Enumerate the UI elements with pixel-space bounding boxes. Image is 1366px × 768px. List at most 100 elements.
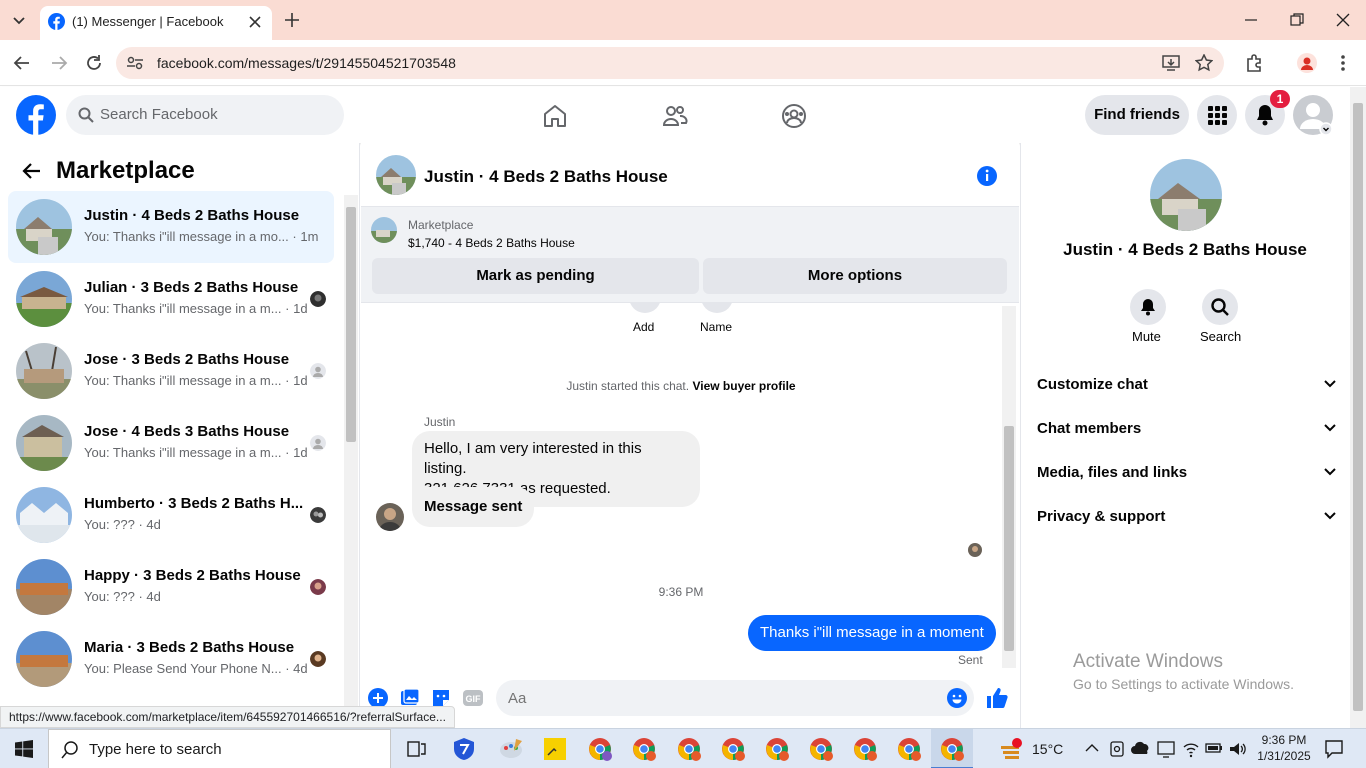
restore-icon[interactable] [1289,12,1305,28]
more-options-button[interactable]: More options [703,258,1007,294]
facebook-logo-icon[interactable] [16,95,56,135]
activate-windows-watermark: Activate Windows Go to Settings to activ… [1073,651,1294,692]
profile-icon[interactable] [1297,53,1317,73]
mute-button[interactable] [1130,289,1166,325]
bookmark-star-icon[interactable] [1195,54,1213,72]
page-scrollbar[interactable] [1350,87,1366,728]
install-app-icon[interactable] [1162,54,1180,72]
browser-menu-icon[interactable] [1335,53,1351,73]
groups-nav-icon[interactable] [781,103,807,129]
chrome-profile-icon[interactable] [632,737,656,761]
notifications-center-icon[interactable] [1324,739,1344,759]
chevron-up-icon[interactable] [1085,742,1099,754]
status-bar-url: https://www.facebook.com/marketplace/ite… [0,706,455,728]
home-nav-icon[interactable] [542,103,568,129]
task-view-icon[interactable] [407,740,427,758]
chat-title[interactable]: Justin · 4 Beds 2 Baths House [424,167,668,187]
paint-app-icon[interactable] [498,737,524,761]
conversation-item[interactable]: Jose · 4 Beds 3 Baths House You: Thanks … [8,407,334,479]
sent-status: Sent [958,653,983,667]
back-icon[interactable] [13,54,31,72]
battery-icon[interactable] [1205,741,1223,755]
chat-members-section[interactable]: Chat members [1037,409,1337,449]
conversation-item[interactable]: Maria · 3 Beds 2 Baths House You: Please… [8,623,334,695]
back-arrow-icon[interactable] [22,162,42,180]
windows-start-icon[interactable] [15,740,33,758]
conversation-item[interactable]: Jose · 3 Beds 2 Baths House You: Thanks … [8,335,334,407]
photo-icon[interactable] [400,688,420,708]
friends-nav-icon[interactable] [662,103,688,129]
listing-title[interactable]: $1,740 - 4 Beds 2 Baths House [408,236,575,250]
add-icon[interactable] [629,303,661,313]
menu-button[interactable] [1197,95,1237,135]
minimize-icon[interactable] [1243,13,1259,29]
site-info-icon[interactable] [126,55,144,71]
name-icon[interactable] [701,303,733,313]
listing-thumbnail[interactable] [371,217,397,243]
incoming-message[interactable]: Message sent [412,487,535,527]
tray-display-icon[interactable] [1157,740,1175,758]
gif-icon[interactable]: GIF [462,688,484,708]
chrome-profile-icon[interactable] [765,737,789,761]
facebook-header: Search Facebook Find friends 1 [0,87,1350,143]
marketplace-listing-banner: Marketplace $1,740 - 4 Beds 2 Baths Hous… [361,207,1019,303]
close-tab-icon[interactable] [248,15,262,29]
conversation-item[interactable]: Happy · 3 Beds 2 Baths House You: ??? · … [8,551,334,623]
address-bar[interactable]: facebook.com/messages/t/2914550452170354… [116,47,1224,79]
privacy-support-section[interactable]: Privacy & support [1037,497,1337,537]
browser-tab-messenger[interactable]: (1) Messenger | Facebook [40,6,272,40]
sidebar-title: Marketplace [56,157,195,184]
conversation-item[interactable]: Justin · 4 Beds 2 Baths House You: Thank… [8,191,334,263]
wifi-icon[interactable] [1182,740,1200,758]
chrome-profile-icon[interactable] [721,737,745,761]
sidebar-scrollbar[interactable] [344,195,358,706]
sender-avatar[interactable] [376,503,404,531]
chrome-profile-icon[interactable] [897,737,921,761]
sticky-notes-icon[interactable] [543,737,567,761]
account-avatar[interactable] [1293,95,1333,135]
bell-icon [1141,299,1155,316]
shield-app-icon[interactable] [453,737,475,761]
emoji-icon[interactable] [947,688,967,708]
sticker-icon[interactable] [431,688,451,708]
conversation-item[interactable]: Julian · 3 Beds 2 Baths House You: Thank… [8,263,334,335]
view-buyer-profile-link[interactable]: View buyer profile [692,379,795,393]
conversation-name: Jose · 4 Beds 3 Baths House [84,423,290,440]
plus-icon[interactable] [368,688,388,708]
taskbar-search[interactable]: Type here to search [48,729,391,768]
forward-icon[interactable] [50,54,68,72]
weather-temp[interactable]: 15°C [1032,741,1063,757]
taskbar-clock[interactable]: 9:36 PM 1/31/2025 [1254,732,1314,764]
weather-icon[interactable] [999,738,1025,760]
find-friends-button[interactable]: Find friends [1085,95,1189,135]
chrome-profile-icon[interactable] [677,737,701,761]
tray-app-icon[interactable] [1109,740,1125,758]
active-chrome-taskbar-button[interactable] [931,729,973,768]
volume-icon[interactable] [1228,740,1246,758]
mark-as-pending-button[interactable]: Mark as pending [372,258,699,294]
outgoing-message[interactable]: Thanks i"ill message in a moment [748,615,996,651]
chat-info-icon[interactable] [976,165,998,187]
conversation-preview: You: Thanks i"ill message in a mo... · 1… [84,229,319,244]
chat-scrollbar[interactable] [1002,306,1016,668]
conversation-name: Humberto · 3 Beds 2 Baths H... [84,495,304,512]
reload-icon[interactable] [85,54,103,72]
details-avatar[interactable] [1150,159,1222,231]
chrome-profile-icon[interactable] [588,737,612,761]
like-icon[interactable] [985,686,1009,710]
media-files-links-section[interactable]: Media, files and links [1037,453,1337,493]
seen-avatar [968,543,982,557]
conversation-item[interactable]: Humberto · 3 Beds 2 Baths H... You: ??? … [8,479,334,551]
extensions-icon[interactable] [1245,53,1265,73]
chrome-profile-icon[interactable] [809,737,833,761]
search-conversation-button[interactable] [1202,289,1238,325]
message-input[interactable] [496,680,974,716]
onedrive-icon[interactable] [1131,741,1151,755]
facebook-search[interactable]: Search Facebook [66,95,344,135]
tab-search-icon[interactable] [10,12,28,28]
new-tab-icon[interactable] [284,12,300,28]
chat-avatar[interactable] [376,155,416,195]
close-window-icon[interactable] [1335,12,1351,28]
customize-chat-section[interactable]: Customize chat [1037,365,1337,405]
chrome-profile-icon[interactable] [853,737,877,761]
